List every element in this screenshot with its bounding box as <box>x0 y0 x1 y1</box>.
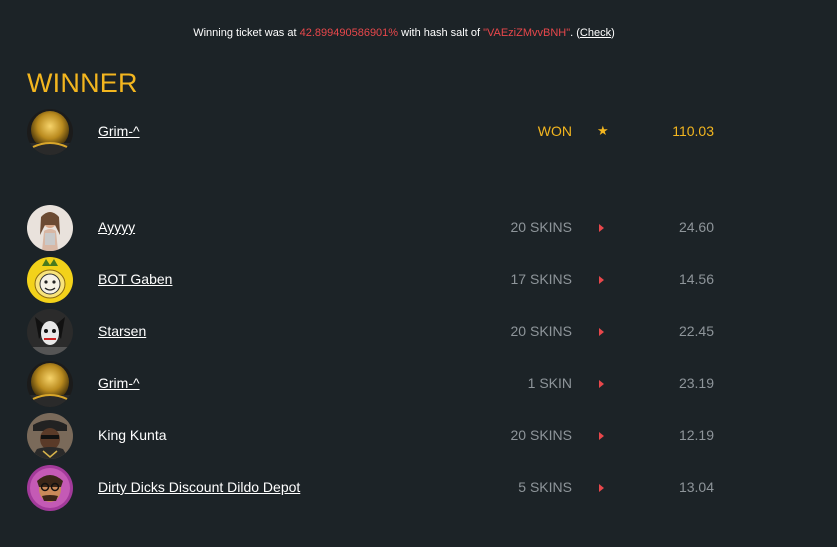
check-close: ) <box>611 27 615 39</box>
list-item: Dirty Dicks Discount Dildo Depot 5 SKINS… <box>0 465 837 511</box>
skin-count: 20 SKINS <box>510 323 572 339</box>
salt-prefix: with hash salt of <box>398 27 484 39</box>
ticket-value: 42.899490586901% <box>299 27 399 39</box>
check-link[interactable]: Check <box>580 27 611 39</box>
winner-row: Grim-^ WON ★ 110.03 <box>0 109 837 155</box>
player-name[interactable]: Grim-^ <box>98 375 140 391</box>
arrow-right-icon[interactable] <box>597 375 609 391</box>
arrow-right-icon[interactable] <box>597 271 609 287</box>
skin-count: 17 SKINS <box>510 271 572 287</box>
deposit-amount: 24.60 <box>678 219 714 235</box>
avatar[interactable] <box>27 361 73 407</box>
avatar[interactable] <box>27 465 73 511</box>
avatar[interactable] <box>27 413 73 459</box>
winner-heading: WINNER <box>27 68 138 98</box>
arrow-right-icon[interactable] <box>597 219 609 235</box>
winning-ticket-info: Winning ticket was at 42.899490586901% w… <box>0 27 808 39</box>
avatar[interactable] <box>27 205 73 251</box>
deposit-amount: 13.04 <box>678 479 714 495</box>
list-item: Starsen 20 SKINS 22.45 <box>0 309 837 355</box>
winner-name[interactable]: Grim-^ <box>98 123 140 139</box>
player-name[interactable]: BOT Gaben <box>98 271 172 287</box>
winner-status: WON <box>537 123 572 139</box>
list-item: Grim-^ 1 SKIN 23.19 <box>0 361 837 407</box>
avatar[interactable] <box>27 257 73 303</box>
ticket-prefix: Winning ticket was at <box>193 27 300 39</box>
skin-count: 20 SKINS <box>510 427 572 443</box>
skin-count: 5 SKINS <box>518 479 572 495</box>
list-item: Ayyyy 20 SKINS 24.60 <box>0 205 837 251</box>
avatar[interactable] <box>27 309 73 355</box>
deposit-amount: 14.56 <box>678 271 714 287</box>
player-name[interactable]: King Kunta <box>98 427 167 443</box>
star-icon: ★ <box>597 123 609 138</box>
check-open: . ( <box>570 27 580 39</box>
player-name[interactable]: Starsen <box>98 323 146 339</box>
player-name[interactable]: Dirty Dicks Discount Dildo Depot <box>98 479 300 495</box>
hash-salt-value: "VAEziZMvvBNH" <box>483 27 571 39</box>
jackpot-round-result: Winning ticket was at 42.899490586901% w… <box>0 0 837 547</box>
arrow-right-icon[interactable] <box>597 427 609 443</box>
skin-count: 1 SKIN <box>527 375 572 391</box>
deposit-amount: 23.19 <box>678 375 714 391</box>
skin-count: 20 SKINS <box>510 219 572 235</box>
player-name[interactable]: Ayyyy <box>98 219 135 235</box>
deposit-amount: 22.45 <box>678 323 714 339</box>
list-item: King Kunta 20 SKINS 12.19 <box>0 413 837 459</box>
list-item: BOT Gaben 17 SKINS 14.56 <box>0 257 837 303</box>
winner-amount: 110.03 <box>672 123 714 139</box>
avatar[interactable] <box>27 109 73 155</box>
arrow-right-icon[interactable] <box>597 479 609 495</box>
deposit-amount: 12.19 <box>678 427 714 443</box>
arrow-right-icon[interactable] <box>597 323 609 339</box>
